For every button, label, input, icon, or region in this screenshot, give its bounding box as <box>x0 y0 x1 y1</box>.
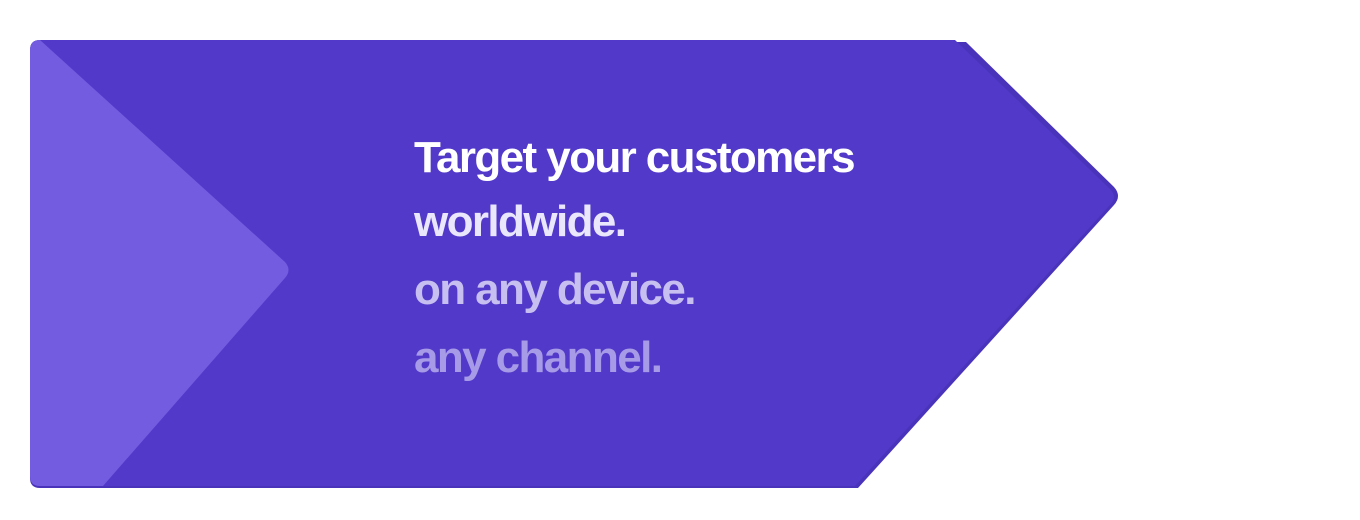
headline-line-1: Target your customers <box>414 133 856 182</box>
headline: Target your customers worldwide. on any … <box>414 128 856 392</box>
headline-line-3: on any device. <box>414 265 696 314</box>
headline-line-4: any channel. <box>414 333 663 382</box>
headline-line-2: worldwide. <box>414 197 627 246</box>
